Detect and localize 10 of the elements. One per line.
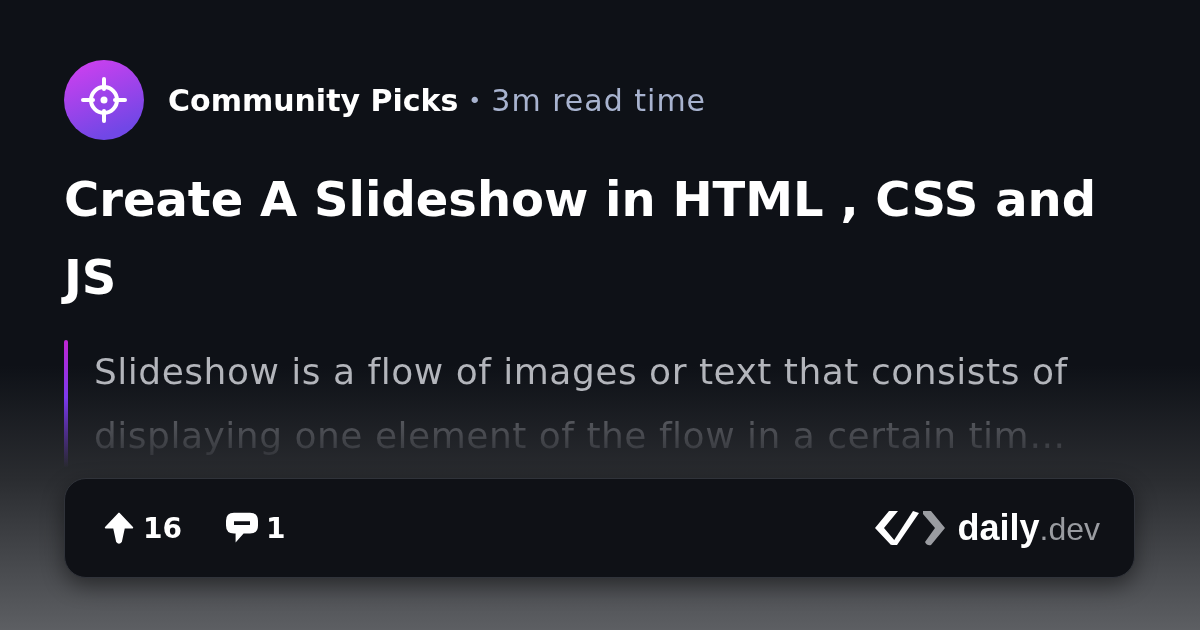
brand-wordmark: daily.dev: [957, 507, 1100, 549]
crosshair-icon: [64, 60, 144, 140]
separator-dot: •: [468, 87, 482, 113]
comment-count: 1: [265, 511, 286, 545]
read-time: 3m read time: [491, 82, 707, 118]
comment-icon: [225, 512, 258, 544]
source-name: Community Picks: [168, 82, 459, 118]
upvote-count: 16: [143, 511, 182, 545]
logo-icon: [875, 508, 946, 548]
arrow-up-icon: [103, 512, 135, 544]
